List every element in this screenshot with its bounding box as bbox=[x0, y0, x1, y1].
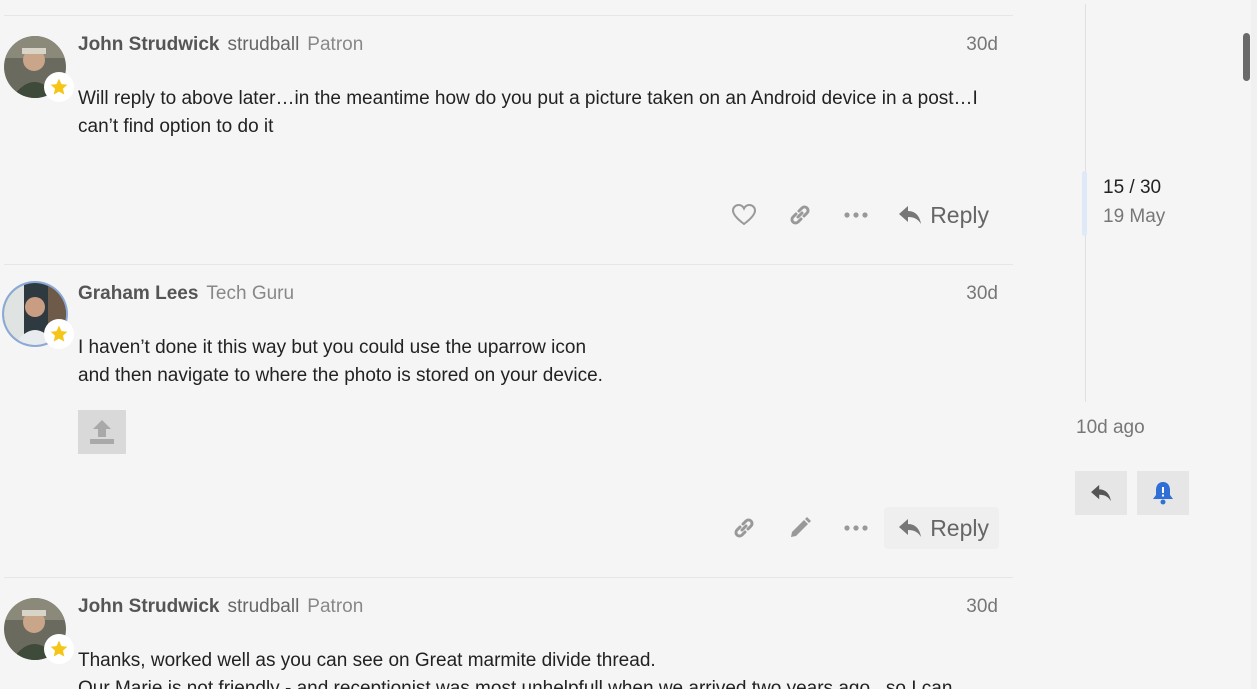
post: Graham Lees Tech Guru 30d I haven’t done … bbox=[0, 265, 1013, 577]
link-icon bbox=[734, 518, 754, 538]
timeline-date: 19 May bbox=[1103, 206, 1166, 227]
post: John Strudwick strudball Patron 30d Will r… bbox=[0, 16, 1013, 264]
reply-icon bbox=[1091, 484, 1111, 502]
reply-icon bbox=[899, 206, 922, 224]
upload-icon bbox=[90, 420, 114, 444]
reply-icon bbox=[899, 519, 922, 537]
post-image[interactable] bbox=[78, 410, 126, 454]
post-body: Thanks, worked well as you can see on Gr… bbox=[78, 647, 1008, 689]
notification-button[interactable] bbox=[1137, 471, 1189, 515]
post-meta: Graham Lees Tech Guru bbox=[78, 283, 294, 305]
ellipsis-icon bbox=[844, 212, 868, 218]
timeline-position: 15 / 30 bbox=[1103, 177, 1162, 198]
post-body: Will reply to above later…in the meantim… bbox=[78, 85, 1008, 141]
copy-link-button[interactable] bbox=[772, 194, 828, 236]
post-text-line: Thanks, worked well as you can see on Gr… bbox=[78, 650, 656, 671]
author-name[interactable]: John Strudwick bbox=[78, 596, 219, 617]
reply-label: Reply bbox=[930, 514, 989, 541]
avatar[interactable] bbox=[4, 598, 74, 664]
post-text-line: Our Marie is not friendly - and receptio… bbox=[78, 678, 953, 689]
edit-button[interactable] bbox=[772, 507, 828, 549]
post-text-line: I haven’t done it this way but you could… bbox=[78, 337, 587, 358]
post-date[interactable]: 30d bbox=[966, 596, 998, 618]
scrollbar-thumb[interactable] bbox=[1243, 33, 1250, 81]
copy-link-button[interactable] bbox=[716, 507, 772, 549]
author-name[interactable]: John Strudwick bbox=[78, 34, 219, 55]
author-username[interactable]: strudball bbox=[227, 34, 299, 55]
author-title: Patron bbox=[307, 34, 364, 55]
timeline-handle[interactable] bbox=[1082, 171, 1087, 236]
post-meta: John Strudwick strudball Patron bbox=[78, 596, 363, 618]
star-icon bbox=[44, 634, 74, 664]
post-text-line: Will reply to above later…in the meantim… bbox=[78, 88, 978, 109]
star-icon bbox=[44, 319, 74, 349]
like-button[interactable] bbox=[716, 194, 772, 236]
bell-alert-icon bbox=[1153, 482, 1173, 505]
link-icon bbox=[790, 205, 810, 225]
author-username[interactable]: strudball bbox=[227, 596, 299, 617]
reply-label: Reply bbox=[930, 201, 989, 228]
post-date[interactable]: 30d bbox=[966, 283, 998, 305]
ellipsis-icon bbox=[844, 525, 868, 531]
post-meta: John Strudwick strudball Patron bbox=[78, 34, 363, 56]
post: John Strudwick strudball Patron 30d Thanks… bbox=[0, 578, 1013, 689]
scrollbar-track[interactable] bbox=[1251, 0, 1257, 689]
author-name[interactable]: Graham Lees bbox=[78, 283, 198, 304]
post-text-line: and then navigate to where the photo is … bbox=[78, 365, 603, 386]
post-text-line: can’t find option to do it bbox=[78, 116, 274, 137]
pencil-icon bbox=[791, 517, 812, 537]
more-actions-button[interactable] bbox=[828, 507, 884, 549]
reply-button[interactable]: Reply bbox=[884, 194, 999, 236]
avatar[interactable] bbox=[4, 283, 74, 349]
author-title: Tech Guru bbox=[206, 283, 295, 304]
reply-button[interactable]: Reply bbox=[884, 507, 999, 549]
post-actions: Reply bbox=[716, 507, 999, 549]
author-title: Patron bbox=[307, 596, 364, 617]
star-icon bbox=[44, 72, 74, 102]
timeline-last-activity[interactable]: 10d ago bbox=[1076, 417, 1145, 439]
heart-icon bbox=[732, 204, 757, 226]
post-date[interactable]: 30d bbox=[966, 34, 998, 56]
more-actions-button[interactable] bbox=[828, 194, 884, 236]
topic-reply-button[interactable] bbox=[1075, 471, 1127, 515]
post-body: I haven’t done it this way but you could… bbox=[78, 334, 1008, 390]
post-actions: Reply bbox=[716, 194, 999, 236]
avatar[interactable] bbox=[4, 36, 74, 102]
